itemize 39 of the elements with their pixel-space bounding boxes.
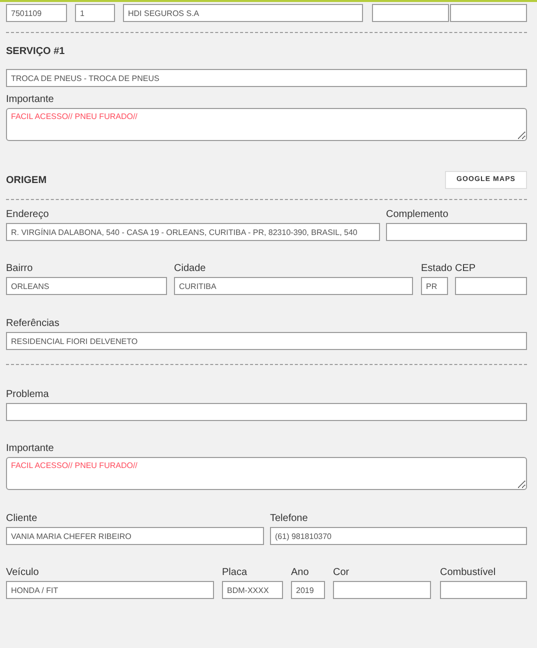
input-field[interactable] [6,403,527,421]
field-label: CEP [455,263,477,275]
field-label: Cidade [174,263,207,275]
input-field[interactable] [440,581,527,599]
field-label: Placa [222,567,248,579]
input-field[interactable]: R. VIRGÍNIA DALABONA, 540 - CASA 19 - ORLEANS, CURITIBA - PR, 82310-390, BRASIL, 540 [6,223,380,241]
input-field[interactable]: RESIDENCIAL FIORI DELVENETO [6,332,527,350]
field-label: Endereço [6,209,50,221]
input-field[interactable]: 2019 [291,581,325,599]
input-field[interactable] [333,581,431,599]
field-label: Ano [291,567,310,579]
input-field[interactable]: TROCA DE PNEUS - TROCA DE PNEUS [6,69,527,87]
input-field[interactable] [450,4,527,22]
input-field[interactable] [455,277,527,295]
field-label: Cor [333,567,350,579]
field-label: Bairro [6,263,34,275]
field-label: Combustível [440,567,497,579]
input-field[interactable]: (61) 981810370 [270,527,527,545]
input-field[interactable] [386,223,527,241]
field-label: Problema [6,389,50,401]
field-label: Complemento [386,209,450,221]
input-field[interactable]: ORLEANS [6,277,167,295]
field-label: Referências [6,318,60,330]
input-field[interactable]: HONDA / FIT [6,581,214,599]
section-heading: SERVIÇO #1 [6,44,65,58]
input-field[interactable]: BDM-XXXX [222,581,283,599]
field-label: Importante [6,443,55,455]
field-label: Cliente [6,513,38,525]
input-field[interactable]: 1 [75,4,115,22]
field-label: Telefone [270,513,309,525]
input-field[interactable]: 7501109 [6,4,67,22]
input-field[interactable]: CURITIBA [174,277,413,295]
input-field[interactable] [372,4,449,22]
field-label: Veículo [6,567,40,579]
field-label: Importante [6,94,55,106]
section-heading: ORIGEM [6,174,47,188]
input-field[interactable]: HDI SEGUROS S.A [123,4,363,22]
input-field[interactable]: PR [421,277,448,295]
input-field[interactable]: VANIA MARIA CHEFER RIBEIRO [6,527,264,545]
